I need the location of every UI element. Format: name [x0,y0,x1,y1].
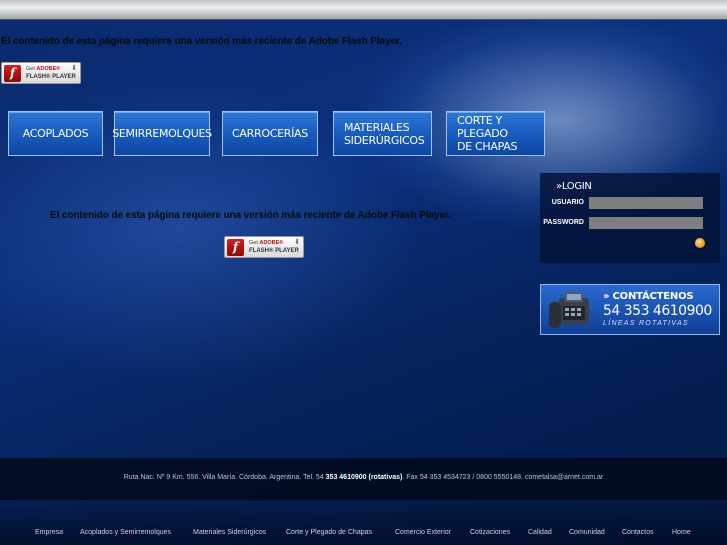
nav-carrocerias-button[interactable]: CARROCERÍAS [222,111,318,156]
get-flash-player-button[interactable]: f Get ADOBE® FLASH® PLAYER ⬇ [1,62,81,84]
nav-semirremolques-button[interactable]: SEMIRREMOLQUES [112,111,212,156]
badge-product-label: FLASH® PLAYER [249,248,299,254]
footer-link-contactos[interactable]: Contactos [622,529,654,536]
double-chevron-icon: » [603,291,613,302]
footer-link-cotizaciones[interactable]: Cotizaciones [470,529,510,536]
browser-top-bar [0,0,727,20]
contact-phone: 54 353 4610900 [603,303,712,319]
flash-required-message: El contenido de esta página requiere una… [1,36,402,47]
download-icon: ⬇ [71,65,77,72]
badge-get-label: Get ADOBE® [249,240,284,246]
nav-acoplados-button[interactable]: ACOPLADOS [8,111,103,156]
login-title: »LOGIN [556,181,592,192]
login-submit-button[interactable]: › [695,238,705,248]
contact-subtitle: LÍNEAS ROTATIVAS [603,320,689,327]
footer-link-acoplados[interactable]: Acoplados y Semirremolques [80,529,171,536]
footer-link-calidad[interactable]: Calidad [528,529,552,536]
footer-link-home[interactable]: Home [672,529,691,536]
footer-address: Ruta Nac. Nº 9 Km. 556. Villa María. Cór… [123,474,604,481]
login-panel: »LOGIN USUARIO PASSWORD › [540,173,720,263]
flash-logo-icon: f [4,65,21,82]
footer-link-materiales[interactable]: Materiales Siderúrgicos [193,529,266,536]
footer-link-comunidad[interactable]: Comunidad [569,529,605,536]
contact-banner[interactable]: » CONTÁCTENOS 54 353 4610900 LÍNEAS ROTA… [540,284,720,335]
nav-carrocerias-label: CARROCERÍAS [232,127,308,140]
footer-link-comercio-exterior[interactable]: Comercio Exterior [395,529,451,536]
badge-product-label: FLASH® PLAYER [26,74,76,80]
flash-required-message-center: El contenido de esta página requiere una… [50,210,451,221]
footer-nav: Empresa Acoplados y Semirremolques Mater… [0,529,727,541]
get-flash-player-button-center[interactable]: f Get ADOBE® FLASH® PLAYER ⬇ [224,236,304,258]
usuario-label: USUARIO [551,199,584,206]
nav-corte-plegado-button[interactable]: CORTE Y PLEGADO DE CHAPAS [446,111,545,156]
footer-link-corte[interactable]: Corte y Plegado de Chapas [286,529,372,536]
telephone-icon [549,292,589,328]
badge-get-label: Get ADOBE® [26,66,61,72]
arrow-right-icon: › [698,239,702,246]
nav-semirremolques-label: SEMIRREMOLQUES [112,127,212,140]
password-input[interactable] [589,217,703,229]
footer-link-empresa[interactable]: Empresa [35,529,63,536]
usuario-input[interactable] [589,197,703,209]
nav-acoplados-label: ACOPLADOS [22,127,89,140]
flash-logo-icon: f [227,239,244,256]
password-label: PASSWORD [543,219,584,226]
nav-corte-label: CORTE Y PLEGADO DE CHAPAS [457,114,518,153]
nav-materiales-siderurgicos-button[interactable]: MATERIALES SIDERÚRGICOS [333,111,432,156]
download-icon: ⬇ [294,239,300,246]
contact-title: » CONTÁCTENOS [603,291,694,302]
nav-materiales-label: MATERIALES SIDERÚRGICOS [344,120,425,147]
